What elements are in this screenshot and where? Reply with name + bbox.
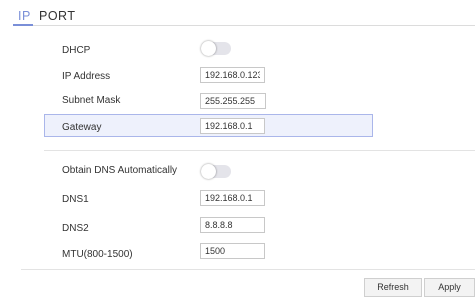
ip-address-field[interactable] bbox=[200, 67, 265, 83]
ip-address-label: IP Address bbox=[62, 71, 111, 82]
toggle-knob bbox=[201, 164, 216, 179]
tab-ip[interactable]: IP bbox=[18, 9, 31, 23]
apply-button[interactable]: Apply bbox=[424, 278, 475, 297]
dns1-label: DNS1 bbox=[62, 194, 89, 205]
obtain-dns-toggle[interactable] bbox=[201, 164, 231, 179]
subnet-mask-field[interactable] bbox=[200, 93, 266, 109]
dhcp-label: DHCP bbox=[62, 45, 91, 56]
gateway-field[interactable] bbox=[200, 118, 265, 134]
gateway-label: Gateway bbox=[62, 122, 102, 133]
active-tab-indicator bbox=[13, 24, 33, 26]
mtu-label: MTU(800-1500) bbox=[62, 249, 133, 260]
tab-bar: IP PORT bbox=[0, 0, 475, 28]
obtain-dns-label: Obtain DNS Automatically bbox=[62, 165, 178, 176]
refresh-button[interactable]: Refresh bbox=[364, 278, 422, 297]
dns1-field[interactable] bbox=[200, 190, 265, 206]
subnet-mask-label: Subnet Mask bbox=[62, 95, 121, 106]
mtu-field[interactable] bbox=[200, 243, 265, 259]
dhcp-toggle[interactable] bbox=[201, 41, 231, 56]
tab-port[interactable]: PORT bbox=[39, 9, 76, 23]
footer-divider bbox=[21, 269, 475, 270]
tab-divider bbox=[33, 25, 475, 26]
dns2-field[interactable] bbox=[200, 217, 265, 233]
section-divider bbox=[44, 150, 475, 151]
dns2-label: DNS2 bbox=[62, 223, 89, 234]
toggle-knob bbox=[201, 41, 216, 56]
